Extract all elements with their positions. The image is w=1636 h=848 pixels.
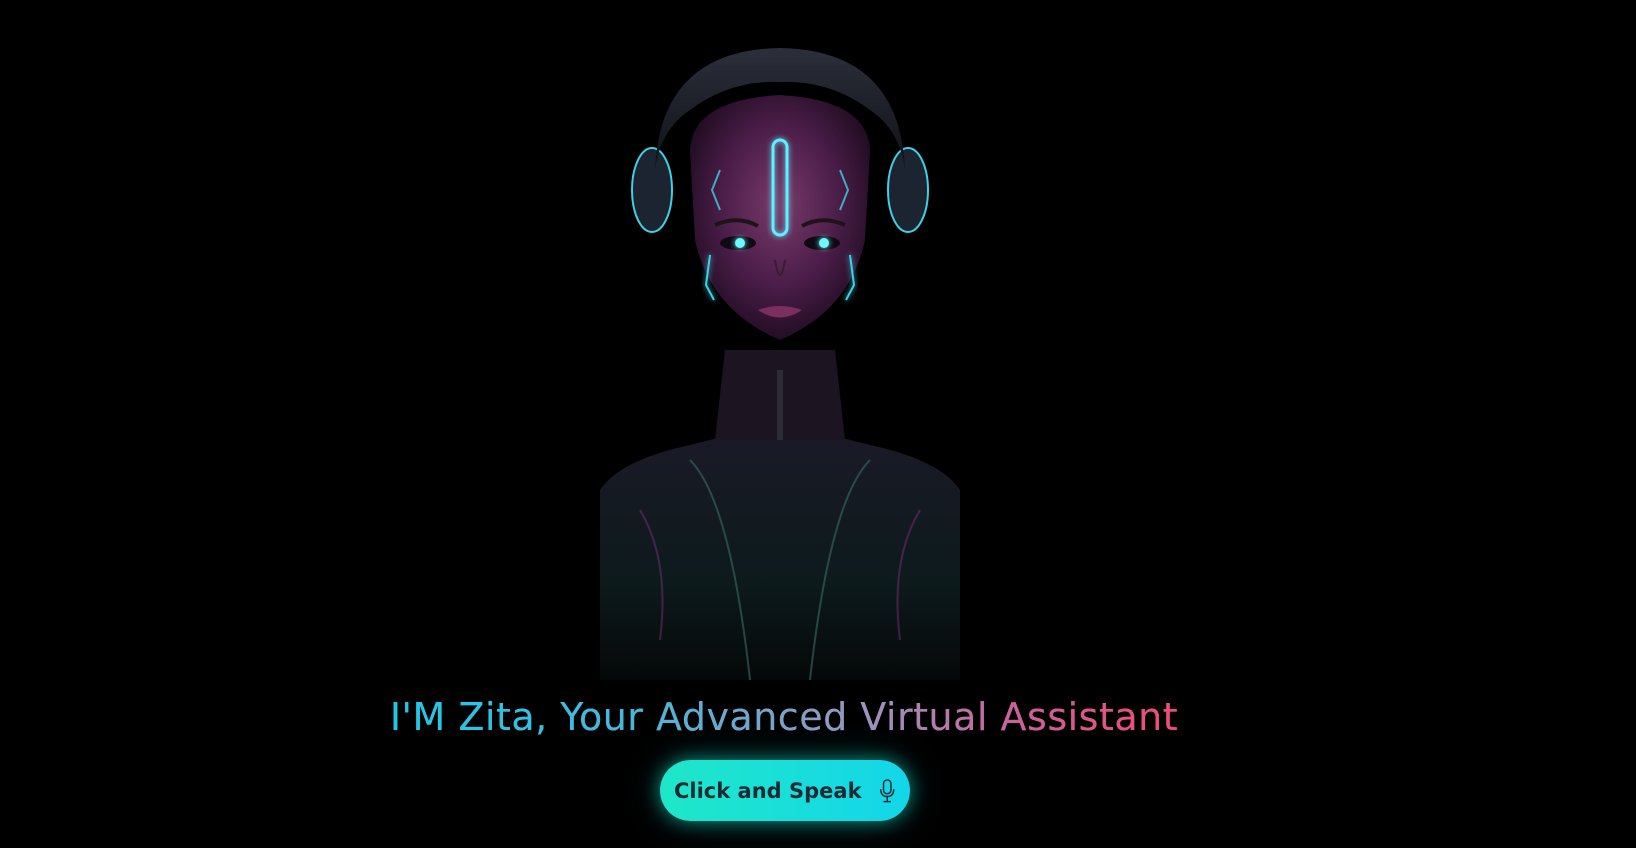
assistant-avatar-image [580, 40, 980, 680]
click-and-speak-label: Click and Speak [674, 778, 862, 803]
page-title-text: I'M Zita, Your Advanced Virtual Assistan… [390, 692, 1178, 742]
click-and-speak-button[interactable]: Click and Speak [660, 760, 910, 821]
assistant-landing-page: I'M Zita, Your Advanced Virtual Assistan… [0, 0, 1636, 848]
page-title: I'M Zita, Your Advanced Virtual Assistan… [0, 692, 1568, 742]
microphone-icon [878, 778, 896, 804]
